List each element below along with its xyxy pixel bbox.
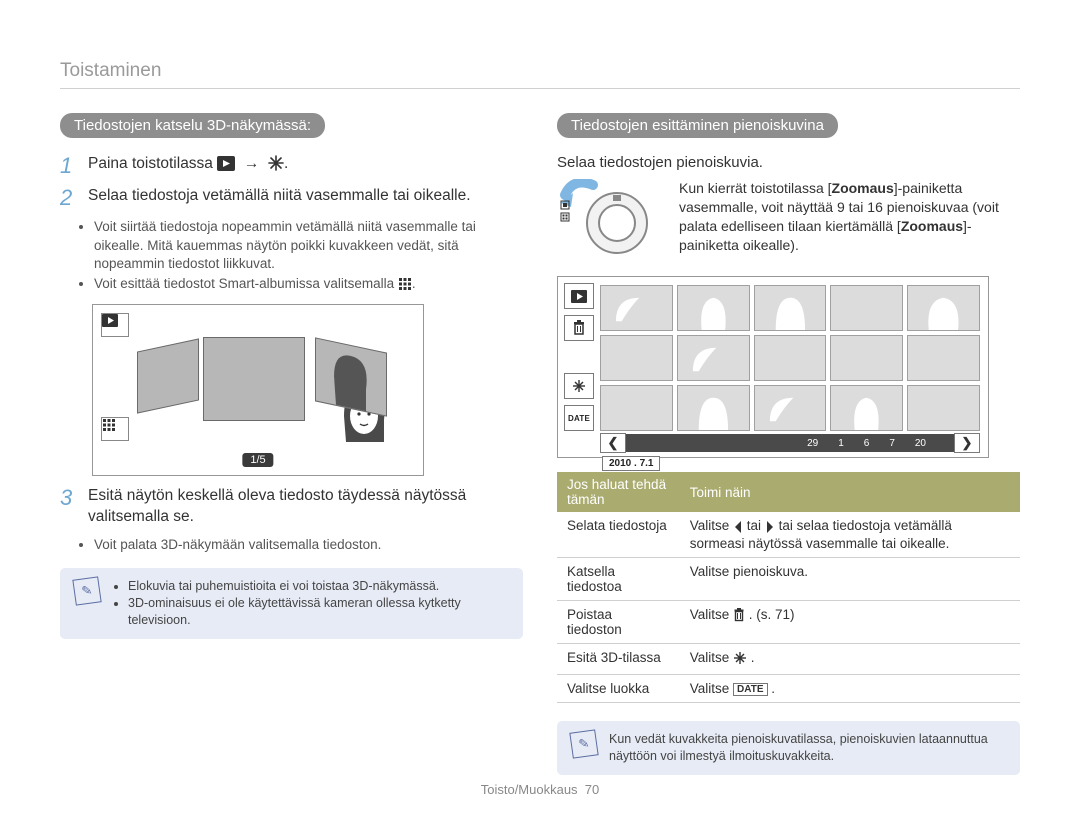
thumbnail[interactable] <box>830 385 903 431</box>
table-how: Valitse DATE . <box>680 675 1020 703</box>
day-label: 7 <box>889 438 895 449</box>
thumbnail[interactable] <box>754 385 827 431</box>
table-row: Katsella tiedostoa Valitse pienoiskuva. <box>557 558 1020 601</box>
thumbnail[interactable] <box>600 385 673 431</box>
table-how: Valitse tai tai selaa tiedostoja vetämäl… <box>680 512 1020 558</box>
page-footer: Toisto/Muokkaus 70 <box>0 782 1080 797</box>
note-box-right: ✎ Kun vedät kuvakkeita pienoiskuvatilass… <box>557 721 1020 775</box>
illustration-3d-view: 1/5 <box>92 304 424 476</box>
screen-play-button[interactable] <box>101 313 129 337</box>
thumbnail-screen: DATE <box>557 276 989 458</box>
table-action: Poistaa tiedoston <box>557 601 680 644</box>
thumbnail[interactable] <box>600 285 673 331</box>
thumbnail[interactable] <box>907 285 980 331</box>
chevron-right-icon <box>765 521 775 536</box>
thumbnail[interactable] <box>677 285 750 331</box>
table-action: Katsella tiedostoa <box>557 558 680 601</box>
table-row: Selata tiedostoja Valitse tai tai selaa … <box>557 512 1020 558</box>
table-row: Valitse luokka Valitse DATE . <box>557 675 1020 703</box>
grid-icon <box>398 277 412 296</box>
thumb-btn-date[interactable]: DATE <box>564 405 594 431</box>
thumb-btn-play[interactable] <box>564 283 594 309</box>
thumbnail[interactable] <box>600 335 673 381</box>
thumbnail[interactable] <box>907 335 980 381</box>
thumb-btn-trash[interactable] <box>564 315 594 341</box>
table-row: Esitä 3D-tilassa Valitse . <box>557 644 1020 675</box>
day-label: 1 <box>838 438 844 449</box>
step-number-1: 1 <box>60 154 78 178</box>
thumbnail[interactable] <box>677 335 750 381</box>
photo-center <box>203 337 305 421</box>
day-label: 29 <box>807 438 818 449</box>
thumbnail[interactable] <box>677 385 750 431</box>
trash-icon <box>733 608 745 625</box>
note-icon: ✎ <box>72 577 101 606</box>
table-how: Valitse . (s. 71) <box>680 601 1020 644</box>
date-badge: 2010 . 7.1 <box>602 456 660 471</box>
note-left-1: Elokuvia tai puhemuistioita ei voi toist… <box>128 578 509 595</box>
note-right-text: Kun vedät kuvakkeita pienoiskuvatilassa,… <box>609 731 1006 765</box>
table-header-how: Toimi näin <box>680 472 1020 512</box>
nav-next-button[interactable]: ❯ <box>954 433 980 453</box>
note-left-2: 3D-ominaisuus ei ole käytettävissä kamer… <box>128 595 509 629</box>
counter-badge: 1/5 <box>242 453 273 467</box>
table-how: Valitse . <box>680 644 1020 675</box>
date-scrollbar[interactable]: 29 1 6 7 20 <box>626 434 954 452</box>
chevron-left-icon <box>733 521 743 536</box>
thumbnail[interactable] <box>830 335 903 381</box>
table-how: Valitse pienoiskuva. <box>680 558 1020 601</box>
zoom-diagram <box>557 179 667 262</box>
step-2-bullet-2: Voit esittää tiedostot Smart-albumissa v… <box>94 275 523 296</box>
thumbnail[interactable] <box>754 335 827 381</box>
step-number-2: 2 <box>60 186 78 210</box>
zoom-instruction: Kun kierrät toistotilassa [Zoomaus]-pain… <box>679 179 1020 255</box>
table-row: Poistaa tiedoston Valitse . (s. 71) <box>557 601 1020 644</box>
snowflake-icon <box>733 651 747 668</box>
play-icon <box>217 156 235 178</box>
thumbnail-grid <box>600 285 980 431</box>
step-1-text: Paina toistotilassa → . <box>88 154 288 178</box>
table-header-action: Jos haluat tehdä tämän <box>557 472 680 512</box>
table-action: Esitä 3D-tilassa <box>557 644 680 675</box>
date-key-icon: DATE <box>733 683 767 696</box>
thumb-btn-snowflake[interactable] <box>564 373 594 399</box>
screen-grid-button[interactable] <box>101 417 129 441</box>
page-section-title: Toistaminen <box>60 60 1020 89</box>
note-box-left: ✎ Elokuvia tai puhemuistioita ei voi toi… <box>60 568 523 639</box>
thumbnail[interactable] <box>754 285 827 331</box>
day-label: 20 <box>915 438 926 449</box>
nav-prev-button[interactable]: ❮ <box>600 433 626 453</box>
table-action: Valitse luokka <box>557 675 680 703</box>
actions-table: Jos haluat tehdä tämän Toimi näin Selata… <box>557 472 1020 703</box>
snowflake-icon <box>268 155 284 178</box>
step-3-bullet-1: Voit palata 3D-näkymään valitsemalla tie… <box>94 536 523 554</box>
table-action: Selata tiedostoja <box>557 512 680 558</box>
step-2-bullet-1: Voit siirtää tiedostoja nopeammin vetämä… <box>94 218 523 273</box>
section-heading-thumbnails: Tiedostojen esittäminen pienoiskuvina <box>557 113 838 138</box>
section-heading-3d-view: Tiedostojen katselu 3D-näkymässä: <box>60 113 325 138</box>
step-2-text: Selaa tiedostoja vetämällä niitä vasemma… <box>88 186 471 210</box>
note-icon: ✎ <box>569 729 598 758</box>
photo-left <box>137 339 199 414</box>
step-3-text: Esitä näytön keskellä oleva tiedosto täy… <box>88 486 523 528</box>
thumbnail[interactable] <box>907 385 980 431</box>
day-label: 6 <box>864 438 870 449</box>
thumbnail[interactable] <box>830 285 903 331</box>
right-intro: Selaa tiedostojen pienoiskuvia. <box>557 154 1020 171</box>
step-number-3: 3 <box>60 486 78 528</box>
